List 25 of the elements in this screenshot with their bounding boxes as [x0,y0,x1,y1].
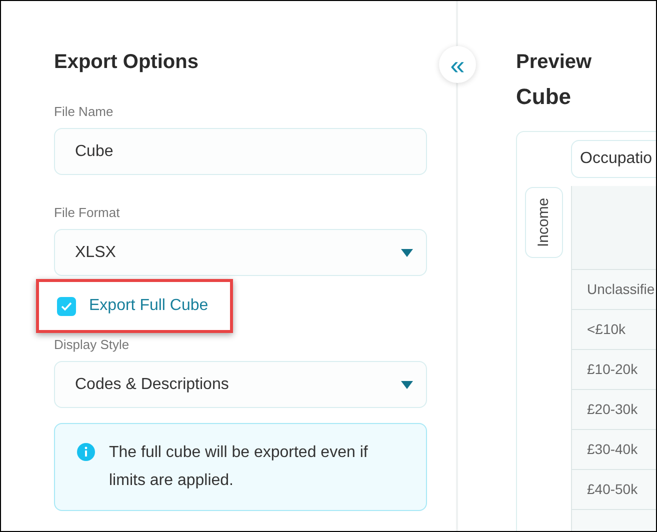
collapse-button[interactable]: « [439,46,476,83]
check-icon [61,302,72,310]
row-header-cell: Unclassifie [572,270,656,310]
field-label: File Name [54,104,114,120]
field-label: File Format [54,205,120,221]
checkbox-label: Export Full Cube [89,296,208,316]
panel-title: Export Options [54,50,200,74]
row-header-cell: £40-50k [572,470,656,510]
row-header-cell: £10-20k [572,350,656,390]
row-header-cell: £20-30k [572,390,656,430]
dropdown-caret-icon [401,380,413,388]
preview-title: Preview [516,50,593,74]
cube-title: Cube [516,84,572,110]
select-field[interactable]: XLSX [54,229,427,276]
text-field[interactable]: Cube [54,128,427,175]
select-field[interactable]: Codes & Descriptions [54,361,427,408]
field-label: Display Style [54,337,130,353]
checkbox[interactable] [57,296,76,316]
column-dimension-tab[interactable]: Occupatio [571,140,656,178]
dropdown-caret-icon [401,248,413,256]
row-header-cell: £30-40k [572,430,656,470]
row-dimension-tab[interactable]: Income [525,187,563,258]
row-header-cell: <£10k [572,310,656,350]
info-icon [77,443,95,461]
info-text: The full cube will be exported even if limits are applied. [109,443,369,491]
